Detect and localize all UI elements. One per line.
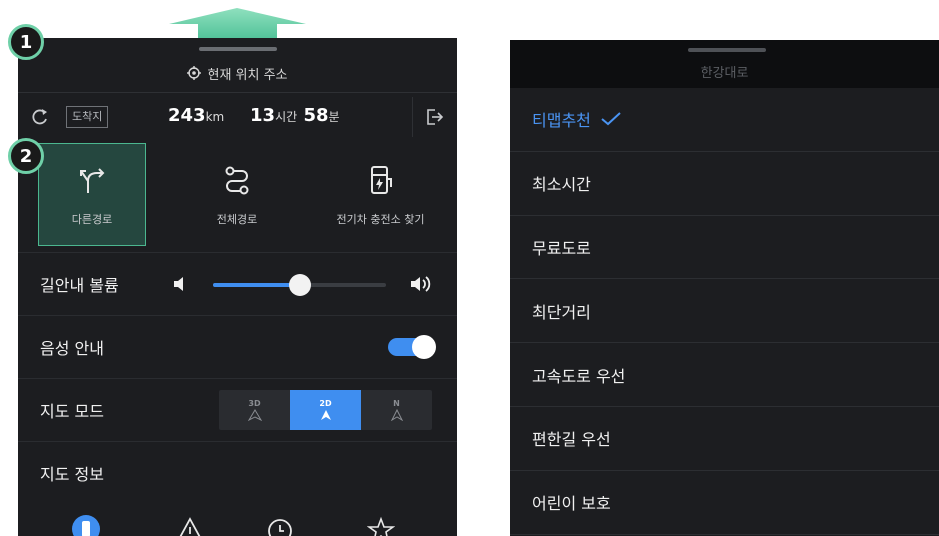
map-mode-north-label: N	[393, 399, 400, 408]
route-options-header: 한강대로	[510, 40, 939, 88]
clock-icon[interactable]	[266, 515, 294, 536]
refresh-icon[interactable]	[30, 107, 50, 127]
volume-slider-fill	[213, 283, 300, 287]
volume-high-icon[interactable]	[409, 274, 433, 294]
star-icon[interactable]	[367, 515, 395, 536]
voice-guidance-label: 음성 안내	[40, 338, 104, 358]
route-option-label: 어린이 보호	[532, 494, 611, 514]
volume-slider[interactable]	[213, 274, 386, 296]
full-route-icon	[225, 166, 249, 194]
map-info-icons	[18, 510, 457, 536]
quick-action-label: 다른경로	[71, 212, 113, 226]
destination-badge: 도착지	[66, 106, 109, 128]
volume-slider-thumb[interactable]	[288, 274, 311, 296]
trip-duration: 13시간 58분	[250, 105, 340, 126]
drag-handle[interactable]	[199, 47, 277, 51]
toggle-knob	[412, 335, 436, 359]
route-option-label: 최단거리	[532, 302, 591, 322]
route-option-label: 편한길 우선	[532, 430, 611, 450]
route-option-child-protection[interactable]: 어린이 보호	[510, 471, 939, 535]
map-mode-3d[interactable]: 3D	[219, 390, 290, 430]
quick-action-label: 전체경로	[216, 212, 258, 226]
ev-charging-station-button[interactable]: 전기차 충전소 찾기	[318, 143, 443, 246]
road-name-title: 한강대로	[700, 66, 749, 81]
map-mode-label: 지도 모드	[40, 401, 104, 421]
route-option-list: 티맵추천 최소시간 무료도로 최단거리 고속도로 우선 편한길 우선 어린이 보…	[510, 88, 939, 535]
ev-charging-station-icon	[370, 165, 392, 194]
volume-label: 길안내 볼륨	[40, 275, 119, 295]
route-option-tmap-recommended[interactable]: 티맵추천	[510, 88, 939, 152]
map-info-row: 지도 정보	[18, 441, 457, 503]
route-option-label: 최소시간	[532, 175, 591, 195]
checkmark-icon	[601, 112, 621, 126]
navigation-menu-panel: 현재 위치 주소 도착지 243km 13시간 58분 다른경로 전체경로 전기…	[18, 38, 457, 536]
route-option-label: 고속도로 우선	[532, 366, 626, 386]
route-option-easy-road-first[interactable]: 편한길 우선	[510, 407, 939, 471]
map-mode-2d-label: 2D	[319, 399, 332, 408]
voice-guidance-toggle[interactable]	[388, 335, 436, 359]
quick-actions: 다른경로 전체경로 전기차 충전소 찾기	[18, 143, 457, 246]
route-option-shortest-time[interactable]: 최소시간	[510, 152, 939, 216]
drag-handle[interactable]	[688, 48, 766, 52]
swipe-up-arrow-icon	[169, 8, 306, 42]
route-option-highway-first[interactable]: 고속도로 우선	[510, 343, 939, 407]
warning-icon[interactable]	[176, 515, 204, 536]
current-location[interactable]: 현재 위치 주소	[18, 60, 457, 86]
quick-action-label: 전기차 충전소 찾기	[336, 212, 425, 226]
map-mode-2d[interactable]: 2D	[290, 390, 361, 430]
callout-badge-1: 1	[8, 24, 44, 60]
direction-arrow-icon	[247, 409, 262, 421]
guidance-volume-row: 길안내 볼륨	[18, 252, 457, 314]
alternate-route-button[interactable]: 다른경로	[38, 143, 146, 246]
route-option-label: 티맵추천	[532, 111, 591, 131]
callout-badge-2: 2	[8, 138, 44, 174]
voice-guidance-row: 음성 안내	[18, 315, 457, 377]
full-route-button[interactable]: 전체경로	[183, 143, 291, 246]
current-location-label: 현재 위치 주소	[207, 67, 288, 83]
volume-low-icon[interactable]	[171, 274, 191, 294]
route-option-label: 무료도로	[532, 238, 591, 258]
direction-arrow-icon	[320, 410, 331, 420]
trip-summary: 도착지 243km 13시간 58분	[18, 97, 457, 137]
alternate-route-icon	[80, 167, 105, 193]
direction-arrow-icon	[390, 409, 403, 421]
map-mode-selector: 3D 2D N	[219, 390, 432, 430]
map-mode-north[interactable]: N	[361, 390, 432, 430]
route-option-shortest-distance[interactable]: 최단거리	[510, 279, 939, 344]
traffic-light-icon[interactable]	[72, 515, 100, 536]
map-mode-row: 지도 모드 3D 2D N	[18, 378, 457, 440]
trip-distance: 243km	[168, 105, 225, 126]
exit-navigation-icon[interactable]	[424, 107, 444, 127]
route-options-panel: 한강대로 티맵추천 최소시간 무료도로 최단거리 고속도로 우선 편한길 우선 …	[510, 40, 939, 536]
gps-target-icon	[187, 66, 202, 80]
map-info-label: 지도 정보	[40, 464, 104, 484]
map-mode-3d-label: 3D	[248, 399, 261, 408]
route-option-free-road[interactable]: 무료도로	[510, 216, 939, 280]
